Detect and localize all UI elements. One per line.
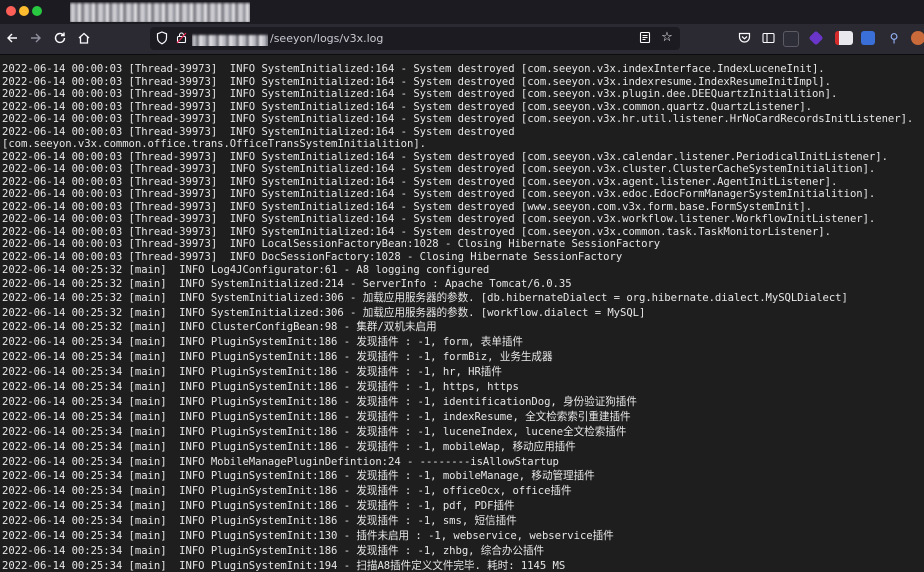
log-line: 2022-06-14 00:25:34 [main] INFO PluginSy… — [2, 470, 595, 482]
log-line: 2022-06-14 00:00:03 [Thread-39973] INFO … — [2, 238, 661, 250]
log-line: 2022-06-14 00:25:34 [main] INFO PluginSy… — [2, 500, 515, 512]
log-line: [com.seeyon.v3x.common.office.trans.Offi… — [2, 138, 426, 150]
log-line: 2022-06-14 00:25:34 [main] INFO PluginSy… — [2, 441, 576, 453]
log-line: 2022-06-14 00:25:34 [main] INFO PluginSy… — [2, 396, 637, 408]
tab-title[interactable]: ▇▇▇▇▇▇▇▇▇▇▇▇▇▇▇▇▇▇▇▇▇▇▇▇▇ — [70, 2, 250, 22]
log-viewer: 2022-06-14 00:00:03 [Thread-39973] INFO … — [0, 55, 924, 572]
log-line: 2022-06-14 00:00:03 [Thread-39973] INFO … — [2, 213, 876, 225]
log-line: 2022-06-14 00:00:03 [Thread-39973] INFO … — [2, 251, 623, 263]
red-extension-icon[interactable] — [835, 31, 853, 45]
pin-extension-icon[interactable]: ⚲ — [884, 28, 904, 48]
window-titlebar: ▇▇▇▇▇▇▇▇▇▇▇▇▇▇▇▇▇▇▇▇▇▇▇▇▇ — [0, 0, 924, 24]
log-line: 2022-06-14 00:25:34 [main] INFO PluginSy… — [2, 560, 566, 572]
log-line: 2022-06-14 00:25:32 [main] INFO SystemIn… — [2, 278, 572, 290]
arrow-right-icon — [31, 33, 41, 43]
log-line: 2022-06-14 00:00:03 [Thread-39973] INFO … — [2, 226, 831, 238]
home-icon — [78, 32, 90, 44]
tracking-protection-shield-icon[interactable] — [154, 29, 170, 47]
log-line: 2022-06-14 00:00:03 [Thread-39973] INFO … — [2, 163, 876, 175]
log-line: 2022-06-14 00:25:34 [main] INFO PluginSy… — [2, 515, 517, 527]
log-line: 2022-06-14 00:25:34 [main] INFO PluginSy… — [2, 381, 519, 393]
reload-icon — [54, 32, 66, 44]
sidebar-icon[interactable] — [758, 28, 778, 48]
purple-extension-icon[interactable] — [808, 30, 824, 46]
log-line: 2022-06-14 00:00:03 [Thread-39973] INFO … — [2, 113, 914, 125]
log-line: 2022-06-14 00:25:32 [main] INFO SystemIn… — [2, 292, 848, 304]
log-line: 2022-06-14 00:00:03 [Thread-39973] INFO … — [2, 76, 831, 88]
log-line: 2022-06-14 00:25:34 [main] INFO PluginSy… — [2, 426, 627, 438]
arrow-left-icon — [7, 33, 17, 43]
bookmark-star-icon[interactable]: ☆ — [658, 29, 676, 47]
log-line: 2022-06-14 00:25:34 [main] INFO PluginSy… — [2, 411, 631, 423]
screenshot-extension-icon[interactable] — [783, 31, 799, 47]
log-line: 2022-06-14 00:00:03 [Thread-39973] INFO … — [2, 176, 838, 188]
profile-avatar-icon[interactable] — [911, 31, 924, 45]
log-line: 2022-06-14 00:00:03 [Thread-39973] INFO … — [2, 63, 825, 75]
url-host-redacted: ▇▇▇▇▇▇▇▇▇▇▇▇ — [192, 31, 268, 46]
log-line: 2022-06-14 00:00:03 [Thread-39973] INFO … — [2, 126, 515, 138]
navigation-toolbar: ▇▇▇▇▇▇▇▇▇▇▇▇ /seeyon/logs/v3x.log ☆ ⚲ — [0, 24, 924, 55]
back-button[interactable] — [2, 28, 22, 48]
maximize-window-button[interactable] — [32, 6, 42, 16]
log-line: 2022-06-14 00:25:34 [main] INFO PluginSy… — [2, 485, 572, 497]
log-line: 2022-06-14 00:00:03 [Thread-39973] INFO … — [2, 151, 888, 163]
log-line: 2022-06-14 00:25:34 [main] INFO PluginSy… — [2, 366, 502, 378]
log-line: 2022-06-14 00:00:03 [Thread-39973] INFO … — [2, 88, 838, 100]
log-line: 2022-06-14 00:25:34 [main] INFO PluginSy… — [2, 530, 614, 542]
log-line: 2022-06-14 00:25:34 [main] INFO MobileMa… — [2, 456, 559, 468]
reader-mode-icon[interactable] — [636, 29, 654, 47]
reload-button[interactable] — [50, 28, 70, 48]
log-line: 2022-06-14 00:25:32 [main] INFO ClusterC… — [2, 321, 437, 333]
log-line: 2022-06-14 00:25:32 [main] INFO Log4JCon… — [2, 264, 490, 276]
log-line: 2022-06-14 00:25:34 [main] INFO PluginSy… — [2, 336, 523, 348]
home-button[interactable] — [74, 28, 94, 48]
url-path: /seeyon/logs/v3x.log — [270, 32, 384, 45]
blue-extension-icon[interactable] — [861, 31, 875, 45]
log-line: 2022-06-14 00:25:32 [main] INFO SystemIn… — [2, 307, 646, 319]
log-line: 2022-06-14 00:00:03 [Thread-39973] INFO … — [2, 201, 812, 213]
close-window-button[interactable] — [6, 6, 16, 16]
address-bar[interactable]: ▇▇▇▇▇▇▇▇▇▇▇▇ /seeyon/logs/v3x.log ☆ — [150, 27, 680, 50]
log-line: 2022-06-14 00:00:03 [Thread-39973] INFO … — [2, 101, 812, 113]
forward-button[interactable] — [26, 28, 46, 48]
pocket-icon[interactable] — [734, 28, 754, 48]
insecure-lock-icon[interactable] — [174, 29, 188, 47]
log-line: 2022-06-14 00:25:34 [main] INFO PluginSy… — [2, 545, 545, 557]
minimize-window-button[interactable] — [19, 6, 29, 16]
log-line: 2022-06-14 00:00:03 [Thread-39973] INFO … — [2, 188, 876, 200]
log-line: 2022-06-14 00:25:34 [main] INFO PluginSy… — [2, 351, 553, 363]
